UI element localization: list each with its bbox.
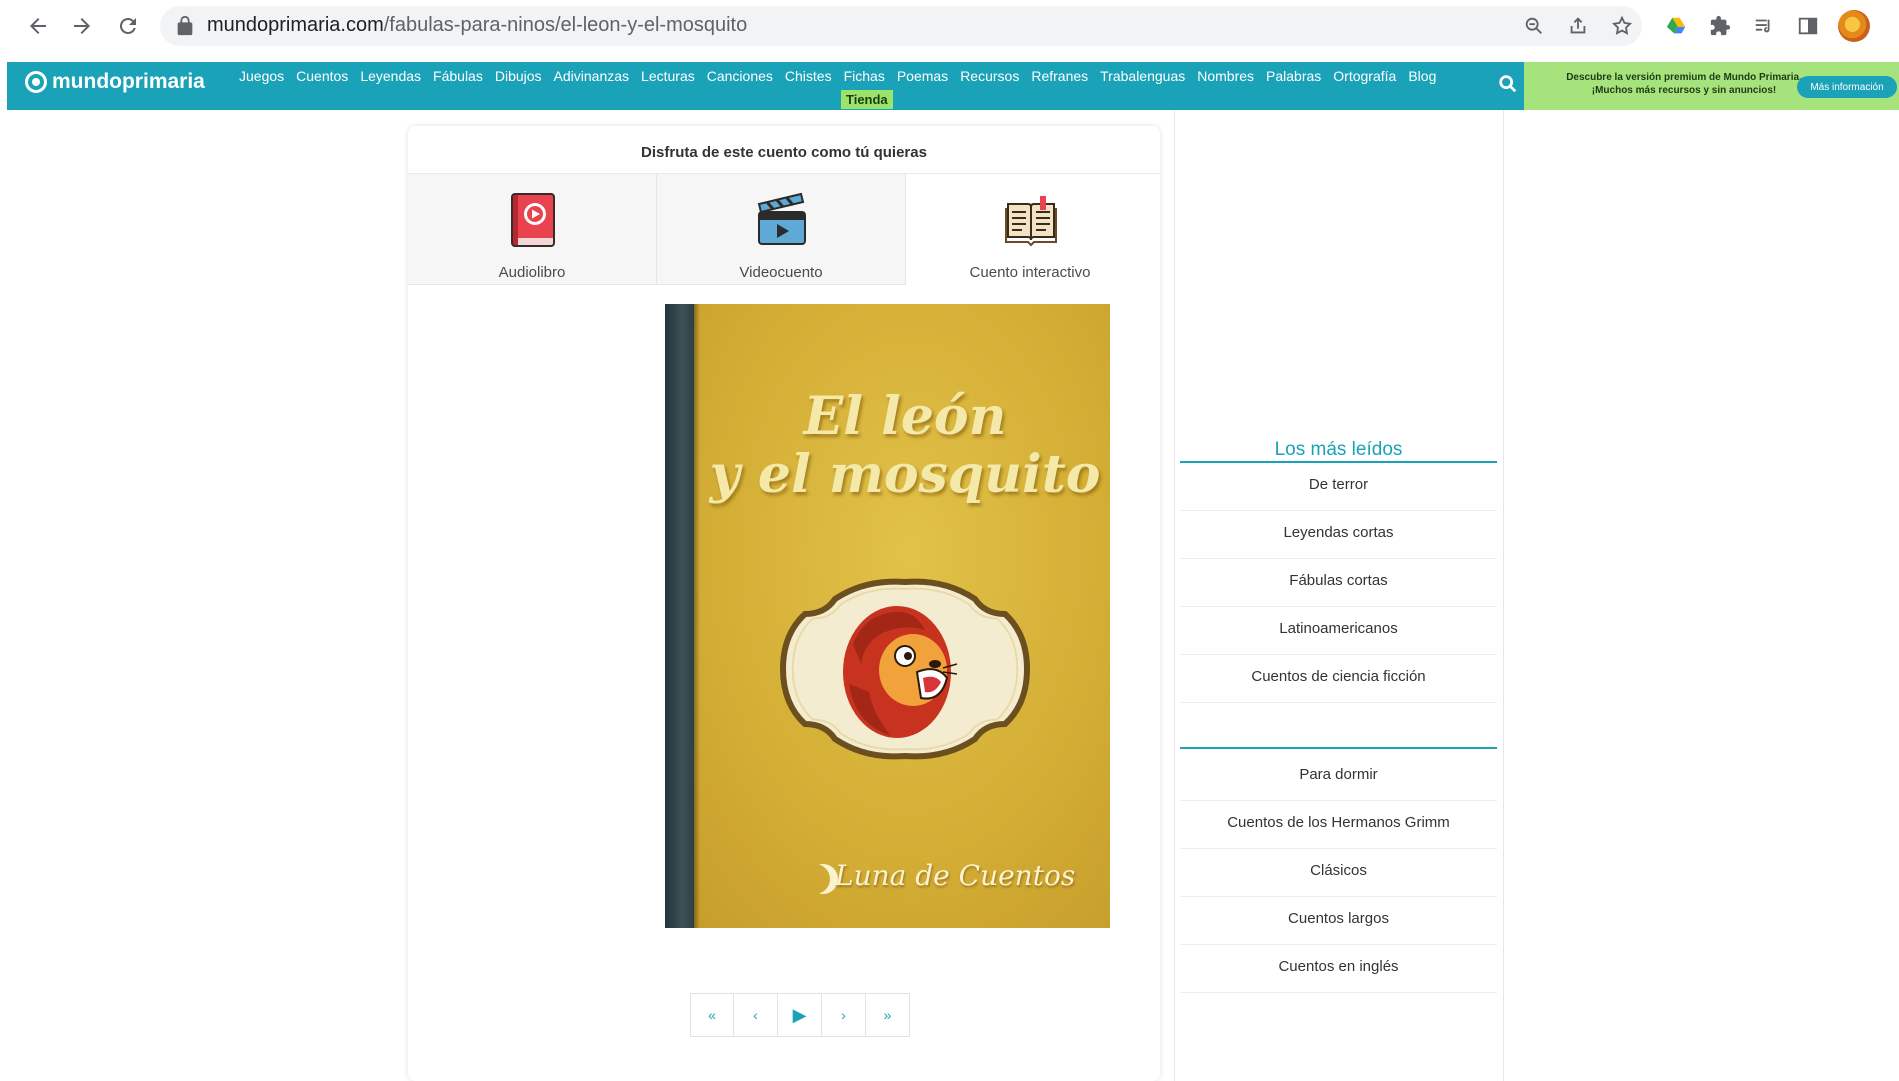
nav-palabras[interactable]: Palabras [1260,68,1327,84]
cover-title-line-1: El león [803,386,1007,447]
video-clapper-icon [755,190,809,250]
option-cuento-interactivo[interactable]: Cuento interactivo [906,174,1154,284]
nav-recursos[interactable]: Recursos [954,68,1025,84]
nav-canciones[interactable]: Canciones [701,68,779,84]
back-icon[interactable] [20,8,56,44]
nav-poemas[interactable]: Poemas [891,68,954,84]
promo-more-info-button[interactable]: Más información [1797,76,1897,98]
promo-line-2: ¡Muchos más recursos y sin anuncios! [1591,85,1777,96]
first-page-button[interactable]: « [690,993,734,1037]
nav-fichas[interactable]: Fichas [838,68,891,84]
promo-text: Descubre la versión premium de Mundo Pri… [1534,71,1834,97]
sidebar-item-de-terror[interactable]: De terror [1180,463,1497,511]
book-spine [665,304,694,928]
nav-leyendas[interactable]: Leyendas [354,68,427,84]
nav-adivinanzas[interactable]: Adivinanzas [548,68,636,84]
url-host: mundoprimaria.com [207,14,384,36]
main-nav: Juegos Cuentos Leyendas Fábulas Dibujos … [233,68,1442,84]
nav-trabalenguas[interactable]: Trabalenguas [1094,68,1191,84]
sidebar-title: Los más leídos [1274,439,1403,460]
side-panel-icon[interactable] [1792,10,1824,42]
lock-icon[interactable] [174,15,196,37]
site-logo[interactable]: mundoprimaria [25,70,205,94]
nav-nombres[interactable]: Nombres [1191,68,1260,84]
nav-refranes[interactable]: Refranes [1025,68,1094,84]
book-spine-shadow [694,304,700,928]
option-videocuento[interactable]: Videocuento [657,174,905,284]
reading-list-icon[interactable] [1748,10,1780,42]
extensions-icon[interactable] [1704,10,1736,42]
sidebar-item-para-dormir[interactable]: Para dormir [1180,753,1497,801]
story-pager: « ‹ ▶ › » [690,993,910,1037]
sidebar-item-cuentos-largos[interactable]: Cuentos largos [1180,897,1497,945]
nav-juegos[interactable]: Juegos [233,68,290,84]
browser-toolbar: mundoprimaria.com/fabulas-para-ninos/el-… [0,0,1899,52]
forward-icon[interactable] [64,8,100,44]
url-text[interactable]: mundoprimaria.com/fabulas-para-ninos/el-… [207,14,747,37]
cover-title: El león y el mosquito [705,388,1105,504]
sidebar-item-clasicos[interactable]: Clásicos [1180,849,1497,897]
sidebar-item-fabulas-cortas[interactable]: Fábulas cortas [1180,559,1497,607]
zoom-icon[interactable] [1518,10,1550,42]
audiobook-icon [506,190,560,250]
moon-icon [800,864,830,894]
nav-blog[interactable]: Blog [1402,68,1442,84]
nav-lecturas[interactable]: Lecturas [635,68,701,84]
sidebar-item-leyendas-cortas[interactable]: Leyendas cortas [1180,511,1497,559]
nav-chistes[interactable]: Chistes [779,68,838,84]
cover-brand: Luna de Cuentos [835,859,1076,892]
site-navbar: mundoprimaria Juegos Cuentos Leyendas Fá… [7,62,1524,110]
card-heading: Disfruta de este cuento como tú quieras [641,144,927,161]
option-cuento-interactivo-label: Cuento interactivo [969,264,1091,281]
sidebar-item-latinoamericanos[interactable]: Latinoamericanos [1180,607,1497,655]
nav-dibujos[interactable]: Dibujos [489,68,548,84]
promo-line-1: Descubre la versión premium de Mundo Pri… [1566,72,1802,83]
option-audiolibro[interactable]: Audiolibro [408,174,656,284]
sidebar-item-cuentos-en-ingles[interactable]: Cuentos en inglés [1180,945,1497,993]
nav-fabulas[interactable]: Fábulas [427,68,489,84]
cover-title-line-2: y el mosquito [709,444,1101,505]
option-audiolibro-label: Audiolibro [498,264,566,281]
open-book-icon [1004,190,1058,250]
play-button[interactable]: ▶ [778,993,822,1037]
nav-ortografia[interactable]: Ortografía [1327,68,1402,84]
sidebar-item-ciencia-ficcion[interactable]: Cuentos de ciencia ficción [1180,655,1497,703]
nav-cuentos[interactable]: Cuentos [290,68,354,84]
logo-mark-icon [25,71,47,93]
previous-page-button[interactable]: ‹ [734,993,778,1037]
book-cover-image[interactable]: El león y el mosquito Luna de Cuentos [665,304,1110,928]
next-page-button[interactable]: › [822,993,866,1037]
premium-promo-banner: Descubre la versión premium de Mundo Pri… [1524,62,1899,110]
lion-illustration [765,574,1045,764]
google-drive-icon[interactable] [1660,10,1692,42]
logo-text: mundoprimaria [52,70,205,93]
nav-tienda[interactable]: Tienda [841,90,893,109]
reload-icon[interactable] [110,8,146,44]
search-icon[interactable] [1497,73,1519,95]
bookmark-star-icon[interactable] [1606,10,1638,42]
sidebar-item-hermanos-grimm[interactable]: Cuentos de los Hermanos Grimm [1180,801,1497,849]
option-videocuento-label: Videocuento [739,264,823,281]
url-path: /fabulas-para-ninos/el-leon-y-el-mosquit… [383,14,748,36]
profile-avatar[interactable] [1838,10,1870,42]
sidebar: Los más leídos De terror Leyendas cortas… [1174,110,1504,1081]
last-page-button[interactable]: » [866,993,910,1037]
browser-window: { "browser": { "url_host": "mundoprimari… [0,0,1899,1081]
share-icon[interactable] [1562,10,1594,42]
sidebar-divider [1180,747,1497,749]
options-bottom-border [408,284,906,285]
